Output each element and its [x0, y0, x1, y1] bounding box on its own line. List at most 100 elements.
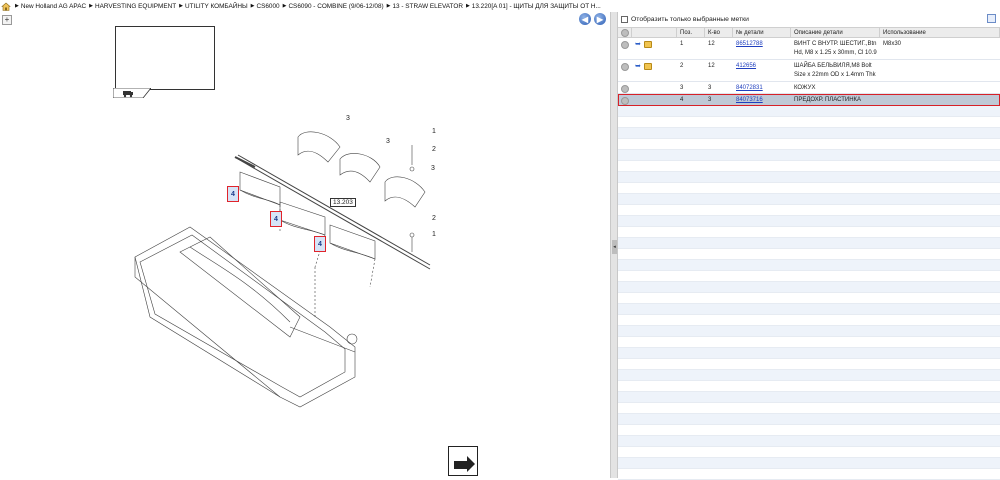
- pane-splitter[interactable]: ◂: [610, 12, 618, 478]
- empty-row: [618, 249, 1000, 260]
- empty-rows: [618, 106, 1000, 480]
- reference-link[interactable]: 13.203: [330, 198, 356, 207]
- breadcrumb-item-brand[interactable]: ▶ New Holland AG APAC: [12, 3, 86, 10]
- empty-row: [618, 326, 1000, 337]
- add-to-cart-icon[interactable]: [644, 63, 652, 70]
- empty-row: [618, 469, 1000, 480]
- drawing-thumbnail[interactable]: [115, 26, 215, 90]
- select-all-icon: [621, 29, 629, 37]
- empty-row: [618, 161, 1000, 172]
- empty-row: [618, 282, 1000, 293]
- cell-description: ПРЕДОХР. ПЛАСТИНКА: [794, 97, 862, 103]
- empty-row: [618, 183, 1000, 194]
- empty-row: [618, 348, 1000, 359]
- next-page-button[interactable]: ▶: [594, 13, 606, 25]
- header-description[interactable]: Описание детали: [791, 28, 880, 37]
- empty-row: [618, 106, 1000, 117]
- header-usage[interactable]: Использование: [880, 28, 1000, 37]
- parts-list-pane: Отобразить только выбранные метки Поз. К…: [618, 12, 1000, 480]
- part-number-link[interactable]: 84072831: [733, 82, 791, 93]
- cell-description: ВИНТ С ВНУТР. ШЕСТИГ.,Btn Hd, M8 x 1.25 …: [794, 41, 877, 56]
- table-row[interactable]: 3 3 84072831 КОЖУХ: [618, 82, 1000, 94]
- empty-row: [618, 227, 1000, 238]
- empty-row: [618, 425, 1000, 436]
- select-row-icon[interactable]: [621, 97, 629, 105]
- empty-row: [618, 172, 1000, 183]
- replacement-arrow-icon[interactable]: ➥: [635, 63, 642, 70]
- table-row[interactable]: ➥ 2 12 412656 ШАЙБА БЕЛЬВИЛЯ,M8 Bolt Siz…: [618, 60, 1000, 82]
- cell-description: ШАЙБА БЕЛЬВИЛЯ,M8 Bolt Size x 22mm OD x …: [794, 63, 876, 78]
- show-selected-only-checkbox[interactable]: [621, 15, 628, 23]
- cell-pos: 2: [680, 63, 684, 69]
- zoom-in-button[interactable]: +: [2, 15, 12, 25]
- empty-row: [618, 447, 1000, 458]
- cell-pos: 3: [680, 85, 684, 91]
- empty-row: [618, 370, 1000, 381]
- empty-row: [618, 293, 1000, 304]
- table-row-selected[interactable]: 4 3 84073716 ПРЕДОХР. ПЛАСТИНКА: [618, 94, 1000, 106]
- callout-pos4[interactable]: 4: [227, 186, 239, 202]
- part-number-link[interactable]: 412656: [733, 60, 791, 81]
- select-row-icon[interactable]: [621, 63, 629, 71]
- drawing-label-pos2: 2: [432, 215, 436, 222]
- collapse-arrow-icon[interactable]: ◂: [612, 240, 617, 254]
- header-select-all[interactable]: [618, 28, 632, 37]
- export-icon[interactable]: [987, 14, 996, 23]
- drawing-label-pos3: 3: [386, 138, 390, 145]
- callout-pos4[interactable]: 4: [314, 236, 326, 252]
- table-header: Поз. К-во № детали Описание детали Испол…: [618, 27, 1000, 38]
- empty-row: [618, 304, 1000, 315]
- breadcrumb-item-utility[interactable]: ▶ UTILITY КОМБАЙНЫ: [176, 3, 247, 10]
- empty-row: [618, 194, 1000, 205]
- empty-row: [618, 403, 1000, 414]
- previous-page-button[interactable]: ◀: [579, 13, 591, 25]
- drawing-label-pos3: 3: [346, 115, 350, 122]
- breadcrumb-item-harvesting[interactable]: ▶ HARVESTING EQUIPMENT: [86, 3, 176, 10]
- show-selected-only-label: Отобразить только выбранные метки: [631, 15, 749, 23]
- exploded-parts-drawing: [134, 131, 431, 408]
- cell-pos: 4: [680, 97, 684, 103]
- empty-row: [618, 337, 1000, 348]
- part-number-link[interactable]: 84073716: [733, 94, 791, 105]
- header-pos[interactable]: Поз.: [677, 28, 705, 37]
- select-row-icon[interactable]: [621, 41, 629, 49]
- empty-row: [618, 271, 1000, 282]
- select-row-icon[interactable]: [621, 85, 629, 93]
- cell-description: КОЖУХ: [794, 85, 816, 91]
- empty-row: [618, 458, 1000, 469]
- empty-row: [618, 238, 1000, 249]
- table-row[interactable]: ➥ 1 12 86512788 ВИНТ С ВНУТР. ШЕСТИГ.,Bt…: [618, 38, 1000, 60]
- empty-row: [618, 128, 1000, 139]
- cell-usage: [880, 82, 1000, 93]
- arrow-left-icon: ◀: [581, 14, 589, 24]
- next-drawing-icon[interactable]: [448, 446, 478, 476]
- breadcrumb: ▶ New Holland AG APAC ▶ HARVESTING EQUIPME…: [0, 0, 1000, 12]
- home-icon[interactable]: [0, 0, 12, 12]
- empty-row: [618, 260, 1000, 271]
- cell-qty: 3: [708, 97, 712, 103]
- drawing-label-pos1: 1: [432, 231, 436, 238]
- header-actions: [632, 28, 677, 37]
- header-part-number[interactable]: № детали: [733, 28, 791, 37]
- cell-qty: 3: [708, 85, 712, 91]
- drawing-label-pos1: 1: [432, 128, 436, 135]
- breadcrumb-item-straw-elevator[interactable]: ▶ 13 - STRAW ELEVATOR: [384, 3, 463, 10]
- add-to-cart-icon[interactable]: [644, 41, 652, 48]
- replacement-arrow-icon[interactable]: ➥: [635, 41, 642, 48]
- header-qty[interactable]: К-во: [705, 28, 733, 37]
- breadcrumb-item-cs6090[interactable]: ▶ CS6090 - COMBINE (9/06-12/08): [280, 3, 384, 10]
- breadcrumb-item-current: ▶ 13.220[A 01] - ЩИТЫ ДЛЯ ЗАЩИТЫ ОТ Н...: [465, 2, 601, 10]
- cell-usage: [880, 94, 1000, 105]
- filter-bar: Отобразить только выбранные метки: [618, 12, 1000, 26]
- breadcrumb-item-cs6000[interactable]: ▶ CS6000: [248, 3, 280, 10]
- empty-row: [618, 392, 1000, 403]
- cell-usage: [880, 60, 1000, 81]
- callout-pos4[interactable]: 4: [270, 211, 282, 227]
- part-number-link[interactable]: 86512788: [733, 38, 791, 59]
- drawing-label-pos2: 2: [432, 146, 436, 153]
- empty-row: [618, 359, 1000, 370]
- empty-row: [618, 139, 1000, 150]
- drawing-label-pos3: 3: [431, 165, 435, 172]
- arrow-right-icon: ▶: [596, 14, 604, 24]
- cell-qty: 12: [708, 41, 715, 47]
